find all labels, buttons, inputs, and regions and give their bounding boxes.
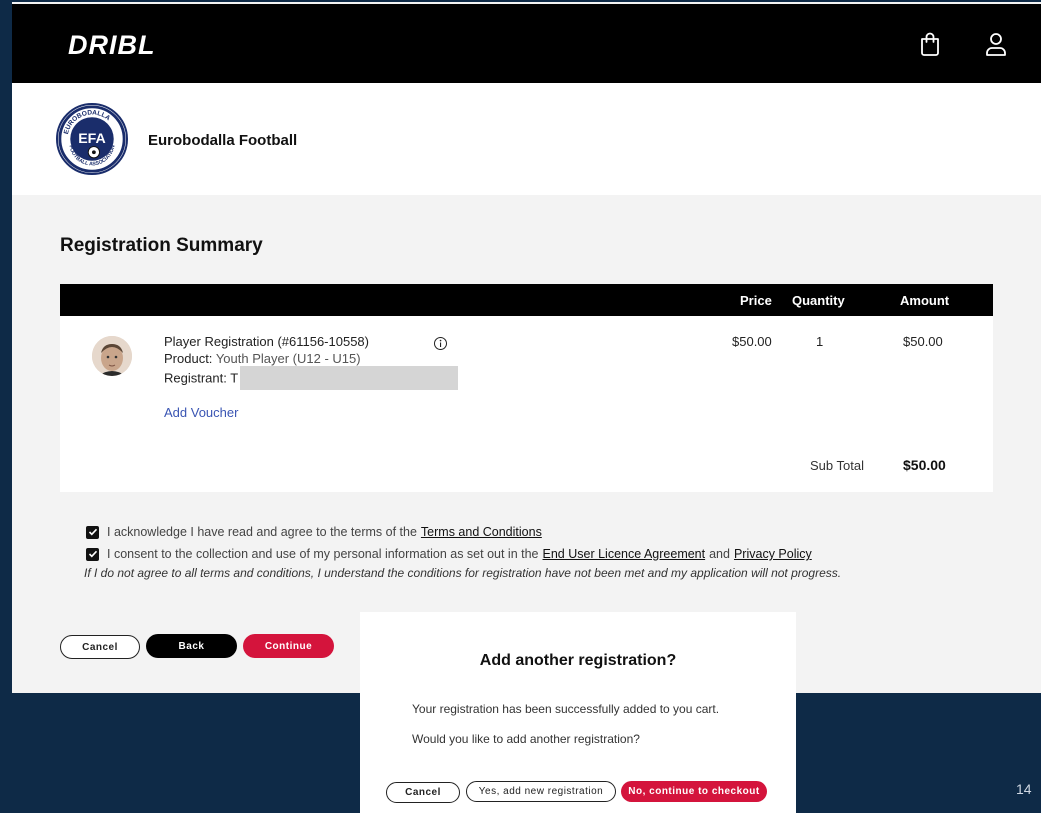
- registration-summary-table: Price Quantity Amount Player Registratio…: [60, 284, 993, 492]
- app-window: DRIBL EUROBODALLA FOOTBALL ASSOCIATION E…: [12, 0, 1041, 693]
- dribl-logo[interactable]: DRIBL: [68, 30, 156, 61]
- add-new-registration-button[interactable]: Yes, add new registration: [466, 781, 616, 802]
- page-title: Registration Summary: [60, 235, 263, 256]
- info-icon[interactable]: [433, 336, 448, 351]
- org-logo: EUROBODALLA FOOTBALL ASSOCIATION EFA: [56, 103, 128, 175]
- terms-section: I acknowledge I have read and agree to t…: [86, 521, 816, 565]
- dialog-cancel-button[interactable]: Cancel: [386, 782, 460, 803]
- player-avatar: [92, 336, 132, 376]
- slide-number: 14: [1016, 781, 1032, 797]
- terms-row: I acknowledge I have read and agree to t…: [86, 521, 816, 543]
- eula-link[interactable]: End User Licence Agreement: [543, 547, 706, 561]
- and-text: and: [709, 547, 730, 561]
- item-product: Product: Youth Player (U12 - U15): [164, 351, 361, 366]
- add-registration-dialog: Add another registration? Your registrat…: [360, 612, 796, 813]
- privacy-checkbox[interactable]: [86, 547, 99, 561]
- item-amount: $50.00: [903, 334, 943, 349]
- terms-and-conditions-link[interactable]: Terms and Conditions: [421, 525, 542, 539]
- continue-button[interactable]: Continue: [243, 634, 334, 658]
- subtotal-value: $50.00: [903, 457, 946, 473]
- top-navigation-bar: DRIBL: [12, 4, 1041, 83]
- shopping-bag-icon[interactable]: [918, 31, 942, 57]
- dialog-message-2: Would you like to add another registrati…: [412, 732, 640, 746]
- item-price: $50.00: [732, 334, 772, 349]
- dialog-title: Add another registration?: [479, 652, 677, 669]
- organisation-header: EUROBODALLA FOOTBALL ASSOCIATION EFA Eur…: [12, 83, 1041, 195]
- terms-text: I acknowledge I have read and agree to t…: [107, 525, 417, 539]
- item-quantity: 1: [816, 334, 824, 349]
- organisation-name: Eurobodalla Football: [148, 132, 298, 149]
- item-registrant: Registrant: T: [164, 366, 459, 391]
- column-header-price: Price: [740, 293, 772, 308]
- dialog-message-1: Your registration has been successfully …: [412, 702, 720, 716]
- privacy-text: I consent to the collection and use of m…: [107, 547, 539, 561]
- add-voucher-link[interactable]: Add Voucher: [164, 405, 238, 420]
- table-header: Price Quantity Amount: [60, 284, 993, 316]
- subtotal-label: Sub Total: [810, 458, 864, 473]
- privacy-policy-link[interactable]: Privacy Policy: [734, 547, 812, 561]
- cancel-button[interactable]: Cancel: [60, 635, 140, 659]
- user-icon[interactable]: [984, 31, 1008, 57]
- continue-to-checkout-button[interactable]: No, continue to checkout: [621, 781, 767, 802]
- back-button[interactable]: Back: [146, 634, 237, 658]
- line-item-details: Player Registration (#61156-10558) Produ…: [164, 333, 459, 391]
- column-header-amount: Amount: [900, 293, 950, 308]
- privacy-row: I consent to the collection and use of m…: [86, 543, 816, 565]
- item-title: Player Registration (#61156-10558): [164, 334, 369, 349]
- terms-checkbox[interactable]: [86, 525, 99, 539]
- svg-text:EFA: EFA: [78, 131, 106, 147]
- column-header-quantity: Quantity: [792, 293, 845, 308]
- redacted-registrant-name: [240, 366, 459, 390]
- terms-disclaimer: If I do not agree to all terms and condi…: [84, 566, 842, 580]
